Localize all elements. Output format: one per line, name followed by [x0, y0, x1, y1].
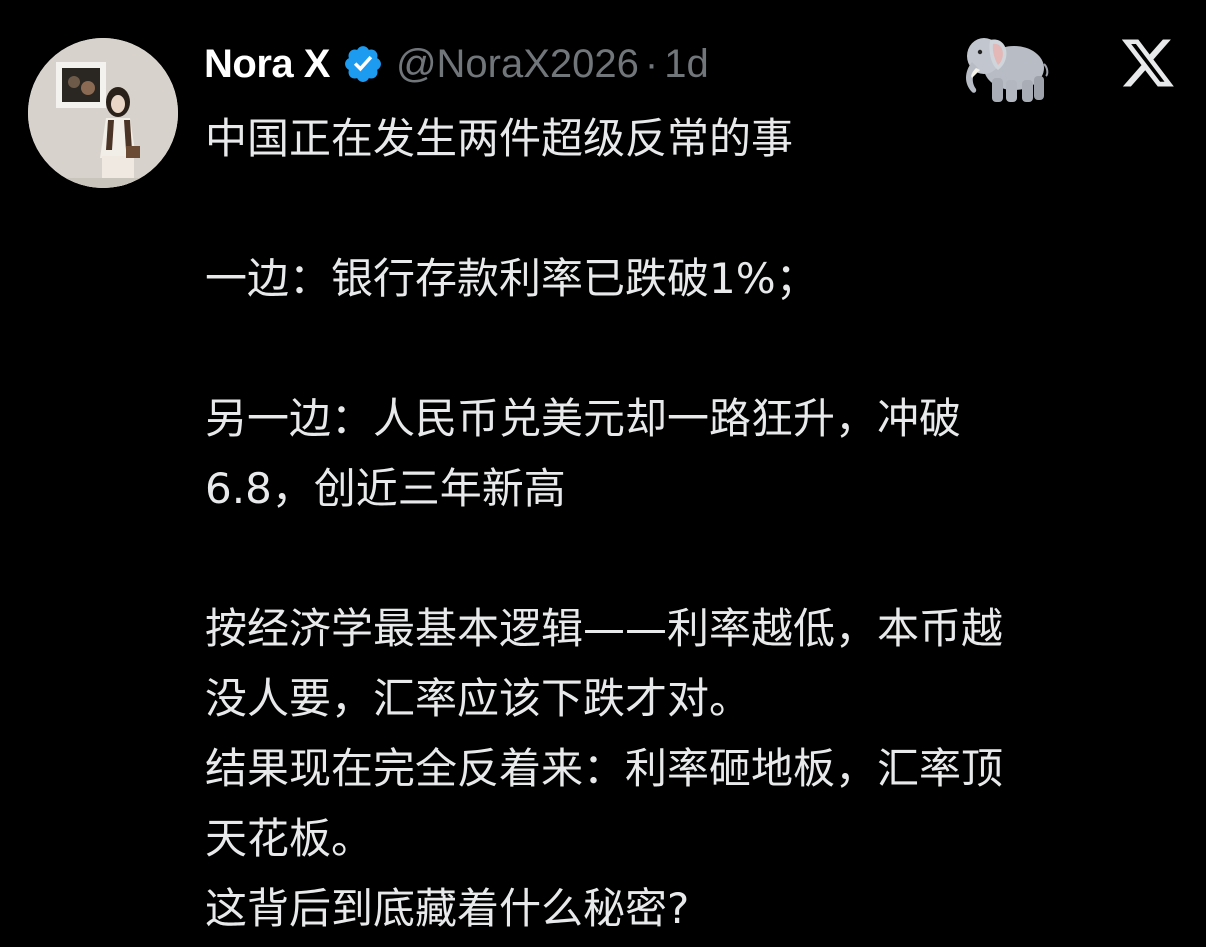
tweet-text-line: 按经济学最基本逻辑——利率越低，本币越 — [205, 604, 1004, 653]
tweet-text-line: 另一边：人民币兑美元却一路狂升，冲破 — [205, 394, 962, 443]
author-name[interactable]: Nora X — [204, 42, 330, 87]
avatar[interactable] — [28, 38, 178, 188]
tweet-text-line: 这背后到底藏着什么秘密? — [205, 884, 690, 933]
tweet-text-line: 结果现在完全反着来：利率砸地板，汇率顶 — [205, 744, 1004, 793]
tweet-header: Nora X @NoraX2026 · 1d — [204, 36, 709, 92]
x-logo-icon[interactable] — [1121, 38, 1174, 88]
tweet-text: 中国正在发生两件超级反常的事 一边：银行存款利率已跌破1%； 另一边：人民币兑美… — [205, 104, 1185, 944]
tweet-text-line: 6.8，创近三年新高 — [205, 464, 566, 513]
tweet-text-blank-line — [205, 174, 1185, 244]
elephant-icon — [958, 26, 1052, 106]
tweet-text-line: 一边：银行存款利率已跌破1%； — [205, 254, 818, 303]
tweet-text-line: 天花板。 — [205, 814, 374, 863]
verified-badge-icon — [342, 43, 384, 85]
tweet-text-line: 中国正在发生两件超级反常的事 — [205, 114, 794, 163]
tweet-timestamp[interactable]: 1d — [664, 42, 709, 87]
author-handle[interactable]: @NoraX2026 — [396, 42, 639, 87]
header-separator: · — [644, 41, 659, 86]
tweet-text-blank-line — [205, 314, 1185, 384]
tweet-text-line: 没人要，汇率应该下跌才对。 — [205, 674, 752, 723]
tweet-text-blank-line — [205, 524, 1185, 594]
tweet-card[interactable]: Nora X @NoraX2026 · 1d 中国正在发生两件超级反常的事 一边… — [0, 0, 1206, 947]
avatar-photo-icon — [28, 38, 178, 188]
